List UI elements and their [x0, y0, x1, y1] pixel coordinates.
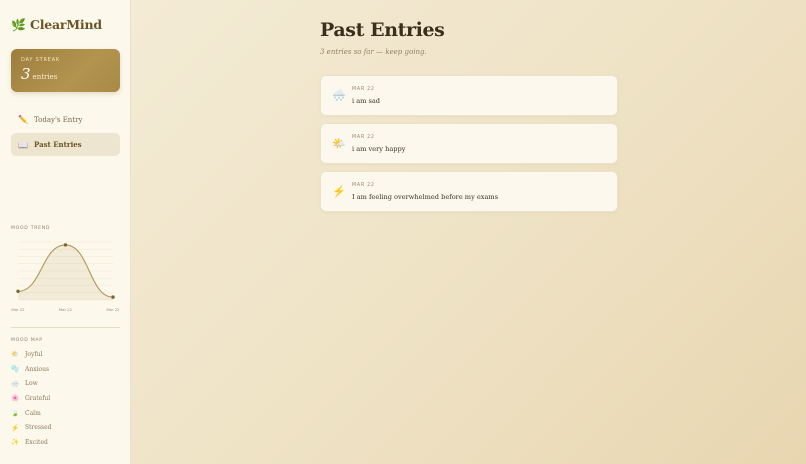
mood-calm: 🍃 Calm	[11, 406, 52, 421]
brand[interactable]: 🌿 ClearMind	[11, 17, 102, 32]
leaf-icon: 🍃	[11, 409, 20, 418]
leaf-icon: 🌿	[11, 17, 26, 32]
sparkles-icon: ✨	[11, 438, 20, 447]
snow-cloud-icon: 🌨️	[332, 89, 346, 102]
mood-label: Stressed	[25, 424, 52, 432]
trend-x-label: Mar 22	[106, 307, 120, 312]
snow-cloud-icon: 🌨️	[11, 379, 20, 388]
mood-label: Grateful	[25, 394, 51, 402]
streak-card: DAY STREAK 3 entries	[11, 49, 120, 92]
nav-label: Today's Entry	[34, 115, 83, 124]
entry-card[interactable]: 🌨️ MAR 22 i am sad	[320, 75, 618, 116]
mood-excited: ✨ Excited	[11, 435, 52, 450]
streak-count: 3	[21, 65, 31, 83]
entry-date: MAR 22	[352, 135, 375, 140]
lightning-icon: ⚡	[332, 185, 346, 198]
mood-label: Anxious	[25, 365, 50, 373]
app-name: ClearMind	[29, 17, 102, 32]
entry-date: MAR 22	[352, 183, 375, 188]
mood-label: Low	[25, 380, 38, 388]
mood-map-list: 🌤️ Joyful 🫧 Anxious 🌨️ Low 🌸 Grateful 🍃 …	[11, 347, 52, 450]
lightning-icon: ⚡	[11, 423, 20, 432]
mood-label: Excited	[25, 438, 48, 446]
page-subtitle: 3 entries so far — keep going.	[320, 48, 427, 56]
trend-x-label: Mar 22	[59, 307, 73, 312]
page-title: Past Entries	[320, 19, 445, 41]
nav-past-entries[interactable]: 📖 Past Entries	[11, 133, 120, 156]
entry-card[interactable]: 🌤️ MAR 22 i am very happy	[320, 123, 618, 164]
mood-trend-label: MOOD TREND	[11, 226, 51, 231]
nav-todays-entry[interactable]: ✏️ Today's Entry	[11, 108, 120, 131]
mood-grateful: 🌸 Grateful	[11, 391, 52, 406]
entry-text: I am feeling overwhelmed before my exams	[352, 193, 499, 201]
sun-cloud-icon: 🌤️	[332, 137, 346, 150]
mood-trend-chart: Mar 22 Mar 22 Mar 22	[11, 241, 120, 312]
entry-text: i am very happy	[352, 145, 406, 153]
mood-label: Joyful	[25, 350, 43, 358]
entry-date: MAR 22	[352, 87, 375, 92]
sidebar: 🌿 ClearMind DAY STREAK 3 entries ✏️ Toda…	[0, 0, 131, 464]
trend-x-label: Mar 22	[11, 307, 25, 312]
entry-card[interactable]: ⚡ MAR 22 I am feeling overwhelmed before…	[320, 171, 618, 212]
trend-point	[63, 243, 68, 247]
trend-point	[111, 295, 115, 299]
nav-label: Past Entries	[34, 140, 82, 149]
streak-unit: entries	[32, 73, 58, 81]
trend-point	[16, 289, 20, 293]
mood-stressed: ⚡ Stressed	[11, 420, 52, 435]
book-icon: 📖	[18, 139, 28, 150]
mood-map-label: MOOD MAP	[11, 338, 43, 343]
mood-label: Calm	[25, 409, 41, 417]
entry-text: i am sad	[352, 97, 381, 105]
mood-joyful: 🌤️ Joyful	[11, 347, 52, 362]
pencil-icon: ✏️	[18, 115, 28, 124]
mood-low: 🌨️ Low	[11, 376, 52, 391]
trend-area	[18, 244, 113, 300]
mood-anxious: 🫧 Anxious	[11, 362, 52, 377]
streak-label: DAY STREAK	[21, 57, 60, 63]
sun-cloud-icon: 🌤️	[11, 350, 20, 359]
blossom-icon: 🌸	[11, 394, 20, 403]
divider	[11, 327, 120, 328]
bubbles-icon: 🫧	[11, 365, 20, 374]
